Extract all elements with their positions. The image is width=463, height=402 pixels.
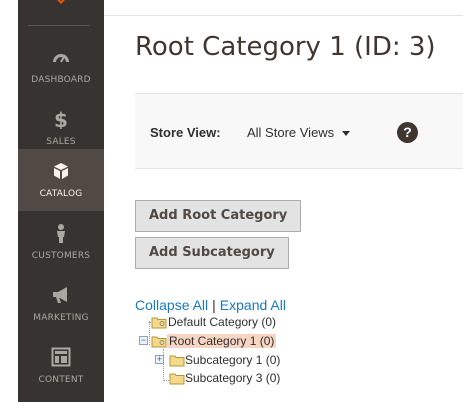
tree-node-root-category-1[interactable]: − Root Category 1 (0) (135, 333, 335, 349)
sidebar-item-label: SALES (46, 137, 76, 147)
collapse-all-link[interactable]: Collapse All (135, 297, 208, 313)
tree-node-subcategory-1[interactable]: + Subcategory 1 (0) (149, 352, 349, 368)
sidebar-item-label: CUSTOMERS (31, 251, 91, 261)
tree-node-label[interactable]: Default Category (0) (168, 315, 276, 329)
sidebar-item-customers[interactable]: CUSTOMERS (18, 211, 104, 273)
store-view-switcher: Store View: All Store Views ? (135, 93, 463, 169)
magento-logo-icon[interactable] (54, 0, 68, 4)
collapse-node-icon[interactable]: − (139, 336, 148, 345)
tree-node-default-category[interactable]: Default Category (0) (135, 314, 335, 330)
store-view-label: Store View: (150, 125, 221, 140)
expand-all-link[interactable]: Expand All (220, 297, 286, 313)
sidebar-item-marketing[interactable]: MARKETING (18, 273, 104, 335)
expand-node-icon[interactable]: + (155, 355, 164, 364)
tree-controls: Collapse All | Expand All (135, 297, 286, 313)
sidebar-item-catalog[interactable]: CATALOG (18, 149, 104, 211)
tree-controls-separator: | (212, 297, 216, 313)
folder-open-icon (151, 336, 167, 348)
dollar-icon: $ (54, 109, 68, 129)
add-root-category-button[interactable]: Add Root Category (135, 200, 302, 232)
folder-icon (151, 317, 167, 329)
tree-node-label[interactable]: Subcategory 1 (0) (185, 353, 280, 367)
help-icon[interactable]: ? (397, 122, 418, 143)
left-edge (0, 0, 18, 402)
tree-node-subcategory-3[interactable]: Subcategory 3 (0) (149, 370, 349, 386)
page-title: Root Category 1 (ID: 3) (135, 32, 436, 62)
sidebar-item-content[interactable]: CONTENT (18, 335, 104, 397)
sidebar-item-label: CONTENT (38, 375, 84, 385)
layout-icon (51, 347, 71, 367)
sidebar-item-label: DASHBOARD (31, 75, 91, 85)
svg-text:$: $ (54, 109, 68, 129)
tree-node-label[interactable]: Subcategory 3 (0) (185, 371, 280, 385)
sidebar-item-label: CATALOG (39, 189, 83, 199)
sidebar-divider (28, 25, 90, 26)
folder-icon (169, 373, 185, 385)
admin-sidebar: DASHBOARD $ SALES CATALOG CUSTOMERS MARK… (18, 0, 104, 402)
megaphone-icon (53, 287, 67, 303)
person-icon (57, 224, 65, 243)
page-header-bar (104, 0, 463, 16)
sidebar-item-dashboard[interactable]: DASHBOARD (18, 35, 104, 97)
store-view-dropdown[interactable]: All Store Views (247, 125, 351, 140)
category-tree: Default Category (0) − Root Category 1 (… (135, 314, 463, 402)
chevron-down-icon (342, 131, 351, 137)
folder-icon (169, 355, 185, 367)
store-view-value: All Store Views (247, 125, 335, 140)
add-subcategory-button[interactable]: Add Subcategory (135, 237, 289, 269)
sidebar-item-label: MARKETING (33, 313, 89, 323)
tree-node-label[interactable]: Root Category 1 (0) (167, 334, 277, 348)
box-icon (54, 163, 68, 179)
dashboard-icon (53, 54, 69, 63)
